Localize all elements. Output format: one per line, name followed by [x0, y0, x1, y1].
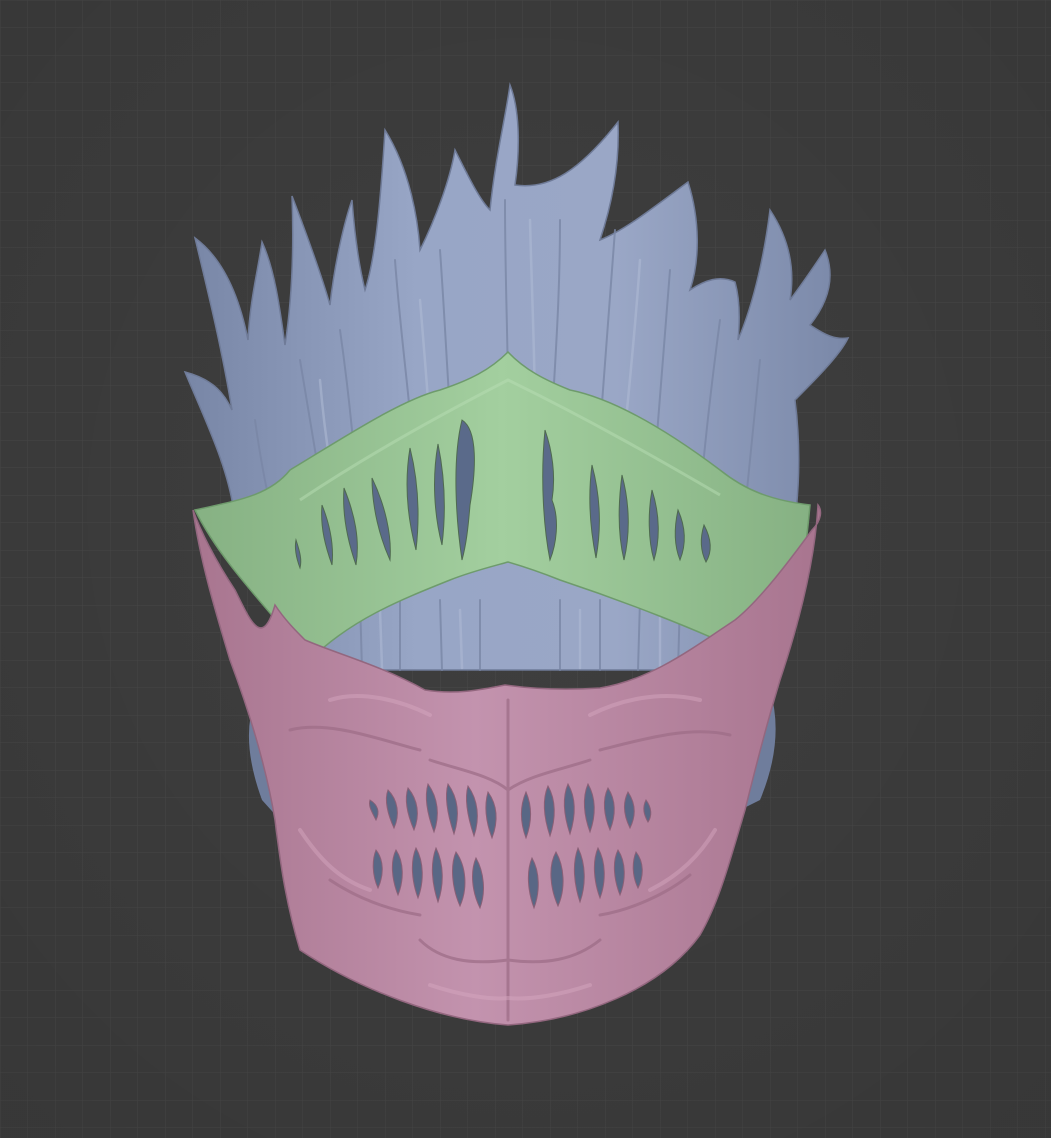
viewport-canvas[interactable]	[0, 0, 1051, 1138]
3d-viewport[interactable]	[0, 0, 1051, 1138]
